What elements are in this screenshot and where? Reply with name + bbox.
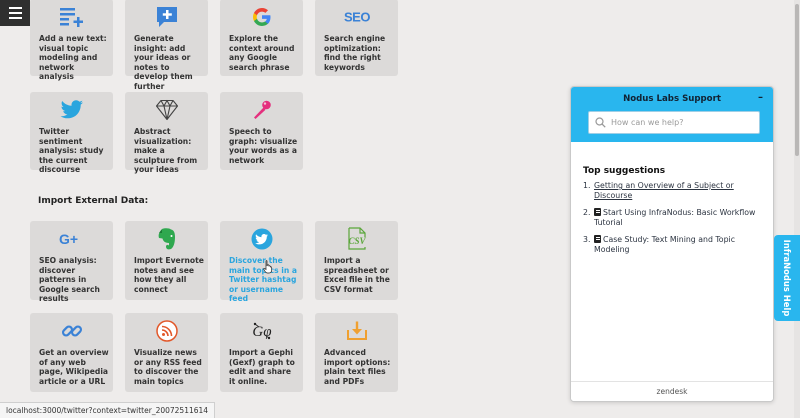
card-label: SEO analysis: discover patterns in Googl…	[39, 256, 100, 304]
seo-icon: SEO	[315, 5, 398, 29]
card-label: Search engine optimization: find the rig…	[324, 34, 386, 72]
article-icon	[594, 235, 601, 243]
article-icon	[594, 208, 601, 216]
card-speech-graph[interactable]: Speech to graph: visualize your words as…	[220, 92, 303, 170]
card-label: Explore the context around any Google se…	[229, 34, 295, 72]
card-seo-analysis[interactable]: G+ SEO analysis: discover patterns in Go…	[30, 221, 113, 303]
card-seo[interactable]: SEO Search engine optimization: find the…	[315, 0, 398, 76]
card-twitter-import[interactable]: Discover the main topics in a Twitter ha…	[220, 221, 303, 303]
hand-cursor-icon	[263, 260, 272, 274]
diamond-icon	[125, 98, 208, 122]
support-widget-body: Top suggestions 1. Getting an Overview o…	[571, 142, 773, 255]
twitter-icon	[30, 98, 113, 122]
scrollbar-thumb[interactable]	[795, 4, 799, 156]
card-label: Generate insight: add your ideas or note…	[134, 34, 193, 91]
suggestion-number: 2.	[583, 208, 591, 217]
card-label: Speech to graph: visualize your words as…	[229, 127, 298, 165]
add-text-icon	[30, 5, 113, 29]
card-advanced-import[interactable]: Advanced import options: plain text file…	[315, 313, 398, 392]
minimize-button[interactable]: –	[758, 92, 763, 103]
google-icon	[220, 5, 303, 29]
search-icon	[595, 117, 606, 128]
card-evernote[interactable]: Import Evernote notes and see how they a…	[125, 221, 208, 300]
card-label: Get an overview of any web page, Wikiped…	[39, 348, 109, 386]
microphone-icon	[220, 98, 303, 122]
suggestion-link[interactable]: Getting an Overview of a Subject or Disc…	[594, 181, 734, 200]
card-label: Advanced import options: plain text file…	[324, 348, 391, 386]
card-label: Abstract visualization: make a sculpture…	[134, 127, 198, 175]
svg-text:SEO: SEO	[344, 10, 370, 25]
status-bar-url: localhost:3000/twitter?context=twitter_2…	[0, 402, 216, 418]
card-google-explore[interactable]: Explore the context around any Google se…	[220, 0, 303, 76]
csv-icon: CSV	[315, 227, 398, 251]
suggestion-item[interactable]: 1. Getting an Overview of a Subject or D…	[583, 181, 761, 201]
support-widget: Nodus Labs Support – Top suggestions 1. …	[570, 86, 774, 402]
infranodus-help-tab[interactable]: InfraNodus Help	[774, 235, 800, 321]
add-insight-icon	[125, 5, 208, 29]
support-search-box[interactable]	[588, 111, 760, 134]
card-label: Add a new text: visual topic modeling an…	[39, 34, 107, 82]
section-title-import: Import External Data:	[38, 196, 149, 206]
import-icon	[315, 319, 398, 343]
card-twitter-sentiment[interactable]: Twitter sentiment analysis: study the cu…	[30, 92, 113, 174]
support-widget-title: Nodus Labs Support	[623, 94, 721, 104]
suggestion-item[interactable]: 2. Start Using InfraNodus: Basic Workflo…	[583, 208, 761, 228]
suggestion-item[interactable]: 3. Case Study: Text Mining and Topic Mod…	[583, 235, 761, 255]
suggestion-link[interactable]: Start Using InfraNodus: Basic Workflow T…	[594, 208, 755, 227]
card-label: Import Evernote notes and see how they a…	[134, 256, 204, 294]
help-tab-label: InfraNodus Help	[782, 239, 792, 317]
card-label: Twitter sentiment analysis: study the cu…	[39, 127, 104, 175]
svg-text:CSV: CSV	[348, 236, 366, 246]
card-label: Import a Gephi (Gexf) graph to edit and …	[229, 348, 295, 386]
card-label: Import a spreadsheet or Excel file in th…	[324, 256, 390, 294]
suggestion-number: 1.	[583, 181, 591, 190]
evernote-icon	[125, 227, 208, 251]
menu-button[interactable]	[0, 0, 30, 26]
card-add-text[interactable]: Add a new text: visual topic modeling an…	[30, 0, 113, 81]
suggestion-link[interactable]: Case Study: Text Mining and Topic Modeli…	[594, 235, 735, 254]
gephi-icon: Gφ	[220, 319, 303, 343]
card-add-insight[interactable]: Generate insight: add your ideas or note…	[125, 0, 208, 91]
card-abstract-viz[interactable]: Abstract visualization: make a sculpture…	[125, 92, 208, 174]
svg-text:G+: G+	[59, 231, 78, 247]
zendesk-footer[interactable]: zendesk	[571, 381, 773, 401]
card-csv-import[interactable]: CSV Import a spreadsheet or Excel file i…	[315, 221, 398, 300]
page-scrollbar[interactable]	[794, 0, 800, 418]
support-widget-header: Nodus Labs Support –	[571, 87, 773, 142]
google-plus-icon: G+	[30, 227, 113, 251]
suggestions-title: Top suggestions	[583, 166, 666, 176]
card-url-import[interactable]: Get an overview of any web page, Wikiped…	[30, 313, 113, 392]
card-label: Visualize news or any RSS feed to discov…	[134, 348, 202, 386]
twitter-circle-icon	[220, 227, 303, 251]
suggestion-number: 3.	[583, 235, 591, 244]
suggestions-list: 1. Getting an Overview of a Subject or D…	[583, 181, 761, 255]
link-icon	[30, 319, 113, 343]
card-gephi-import[interactable]: Gφ Import a Gephi (Gexf) graph to edit a…	[220, 313, 303, 392]
card-rss-import[interactable]: Visualize news or any RSS feed to discov…	[125, 313, 208, 392]
support-search-input[interactable]	[611, 118, 751, 127]
rss-icon	[125, 319, 208, 343]
